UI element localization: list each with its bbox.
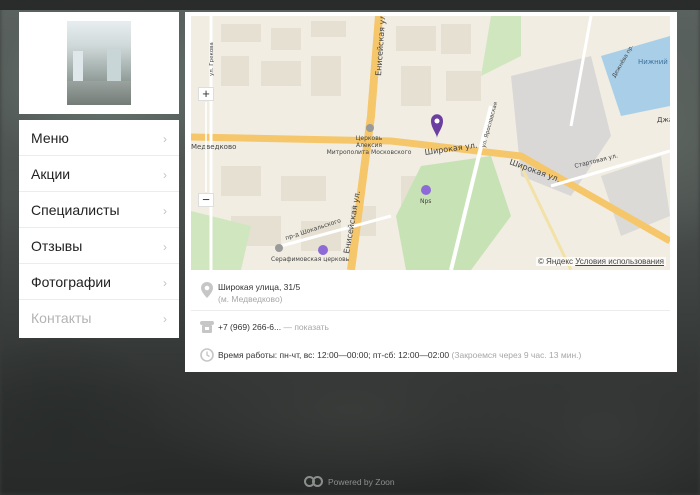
- divider: [191, 310, 670, 311]
- phone-icon: [199, 321, 215, 337]
- chevron-right-icon: ›: [163, 276, 167, 290]
- menu-item-label: Меню: [31, 129, 69, 146]
- zoom-slider-track[interactable]: [205, 102, 207, 192]
- chevron-right-icon: ›: [163, 204, 167, 218]
- menu-item-contacts[interactable]: Контакты ›: [19, 300, 179, 336]
- map-label-dzha: Джа: [657, 116, 670, 124]
- phone-row: +7 (969) 266-6... — показать: [191, 317, 670, 341]
- chevron-right-icon: ›: [163, 168, 167, 182]
- powered-by-zoon[interactable]: Powered by Zoon: [304, 475, 395, 489]
- map[interactable]: Енисейская ул. Енисейская ул. Широкая ул…: [191, 16, 670, 270]
- zoom-out-button[interactable]: −: [198, 193, 214, 207]
- closing-note: (Закроемся через 9 час. 13 мин.): [451, 350, 582, 360]
- address-row: Широкая улица, 31/5 (м. Медведково): [191, 274, 670, 320]
- side-menu: Меню › Акции › Специалисты › Отзывы › Фо…: [19, 120, 179, 338]
- menu-item-label: Фотографии: [31, 273, 112, 290]
- terms-link[interactable]: Условия использования: [575, 257, 664, 266]
- map-label-church-2: Алексия: [356, 142, 382, 149]
- map-label-serafim: Серафимовская церковь: [271, 256, 350, 263]
- menu-item-label: Специалисты: [31, 201, 120, 218]
- map-canvas: Енисейская ул. Енисейская ул. Широкая ул…: [191, 16, 670, 270]
- phone-number: +7 (969) 266-6... — показать: [218, 322, 329, 332]
- chevron-right-icon: ›: [163, 312, 167, 326]
- map-pin-icon: [199, 282, 215, 298]
- show-phone-link[interactable]: — показать: [283, 322, 329, 332]
- menu-item-label: Контакты: [31, 310, 92, 326]
- top-strip: [0, 0, 700, 10]
- chevron-right-icon: ›: [163, 240, 167, 254]
- hours-row: Время работы: пн-чт, вс: 12:00—00:00; пт…: [191, 345, 670, 367]
- hours-text: Время работы: пн-чт, вс: 12:00—00:00; пт…: [218, 350, 450, 360]
- address-text: Широкая улица, 31/5: [218, 282, 301, 292]
- map-label-grekova: ул. Грекова: [209, 42, 215, 76]
- map-label-nizhny: Нижний: [638, 58, 668, 66]
- menu-item-menu[interactable]: Меню ›: [19, 120, 179, 156]
- menu-item-promotions[interactable]: Акции ›: [19, 156, 179, 192]
- phone-number-text: +7 (969) 266-6...: [218, 322, 282, 332]
- map-label-metro: Медведково: [191, 143, 236, 151]
- clock-icon: [199, 348, 215, 364]
- chevron-right-icon: ›: [163, 132, 167, 146]
- venue-photo[interactable]: [67, 21, 131, 105]
- zoom-in-button[interactable]: +: [198, 87, 214, 101]
- opening-hours: Время работы: пн-чт, вс: 12:00—00:00; пт…: [218, 350, 581, 360]
- menu-item-label: Акции: [31, 165, 71, 182]
- map-label-church-1: Церковь: [356, 135, 383, 142]
- powered-text: Powered by Zoon: [328, 477, 395, 487]
- menu-item-photos[interactable]: Фотографии ›: [19, 264, 179, 300]
- zoon-logo-icon: [304, 475, 324, 489]
- copyright-text: © Яндекс: [537, 257, 573, 266]
- map-label-nps: Nps: [420, 198, 431, 205]
- menu-item-specialists[interactable]: Специалисты ›: [19, 192, 179, 228]
- map-label-church-3: Митрополита Московского: [327, 149, 412, 156]
- menu-item-label: Отзывы: [31, 237, 83, 254]
- contacts-card: Енисейская ул. Енисейская ул. Широкая ул…: [185, 12, 677, 372]
- menu-item-reviews[interactable]: Отзывы ›: [19, 228, 179, 264]
- photo-card[interactable]: [19, 12, 179, 114]
- metro-text: (м. Медведково): [218, 294, 283, 304]
- map-copyright: © Яндекс Условия использования: [535, 257, 666, 266]
